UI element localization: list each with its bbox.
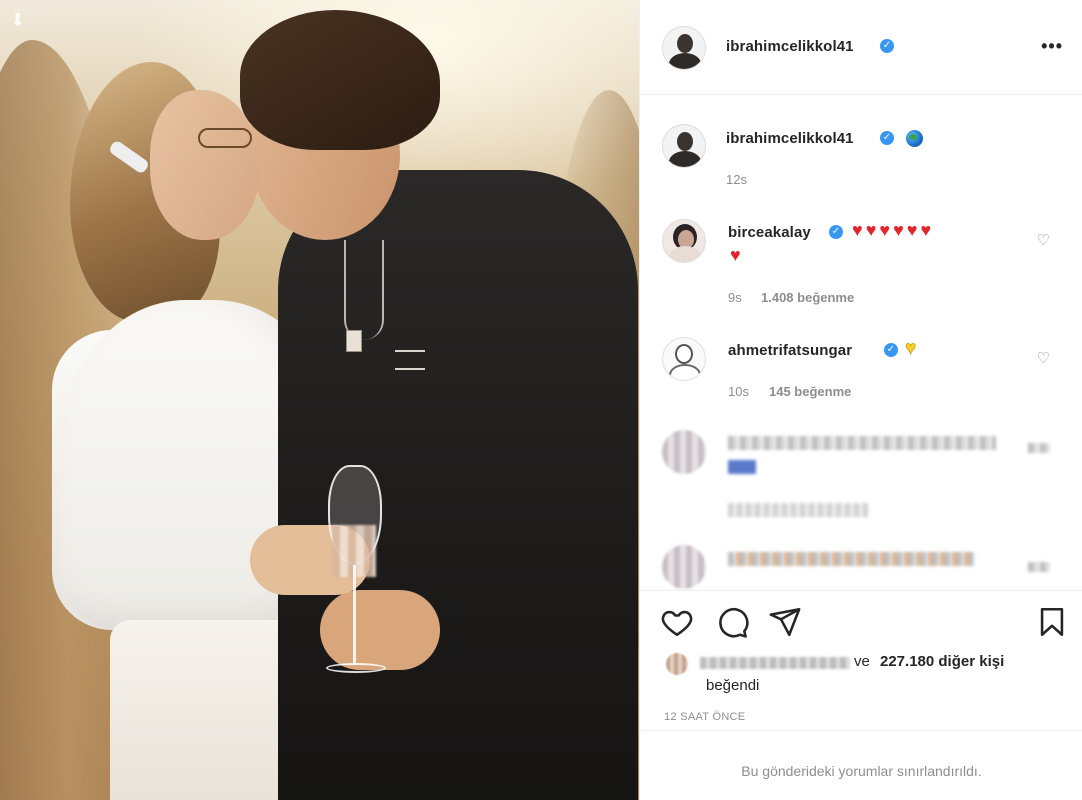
post-sidebar: ibrahimcelikkol41 ✓ ••• ibrahimcelikkol4…	[639, 0, 1082, 800]
caption-avatar[interactable]	[662, 124, 706, 168]
verified-icon: ✓	[884, 343, 898, 357]
liker-name-blurred	[700, 657, 850, 669]
comment-likes[interactable]: 145 beğenme	[769, 384, 851, 399]
man-necklace	[344, 240, 384, 340]
blurred-comment	[728, 436, 996, 450]
post-actions: ve 227.180 diğer kişi beğendi 12 SAAT ÖN…	[640, 590, 1082, 730]
caption-username[interactable]: ibrahimcelikkol41	[726, 130, 854, 147]
post-timestamp[interactable]: 12 SAAT ÖNCE	[664, 711, 745, 723]
blurred-meta	[728, 503, 868, 517]
comment-like-icon[interactable]: ♡	[1037, 349, 1050, 367]
blurred-like-icon	[1028, 562, 1050, 572]
commenter-avatar[interactable]	[662, 337, 706, 381]
wine-glass	[322, 465, 386, 685]
verified-icon: ✓	[880, 131, 894, 145]
comment-icon[interactable]	[715, 605, 749, 639]
blurred-emoji	[728, 460, 756, 474]
share-icon[interactable]	[768, 605, 802, 639]
blurred-avatar	[662, 430, 706, 474]
author-avatar[interactable]	[662, 26, 706, 70]
hoodie-logo	[395, 350, 425, 370]
likes-prefix: ve	[854, 653, 870, 670]
download-icon: ⬇	[10, 10, 26, 30]
comment-username[interactable]: birceakalay	[728, 224, 811, 241]
comment-likes[interactable]: 1.408 beğenme	[761, 290, 854, 305]
save-icon[interactable]	[1035, 605, 1069, 639]
comment-time[interactable]: 9s	[728, 290, 742, 305]
blurred-avatar	[662, 545, 706, 589]
comment-text: ♥	[905, 338, 917, 360]
man-pendant	[346, 330, 362, 352]
liker-avatar	[666, 653, 688, 675]
comment-username[interactable]: ahmetrifatsungar	[728, 342, 852, 359]
woman-glasses	[198, 128, 252, 148]
blurred-like-icon	[1028, 443, 1050, 453]
post-header: ibrahimcelikkol41 ✓ •••	[640, 0, 1082, 95]
like-icon[interactable]	[660, 605, 694, 639]
man-hair	[240, 10, 440, 150]
caption-time[interactable]: 12s	[726, 172, 747, 187]
liked-by[interactable]: ve 227.180 diğer kişi beğendi	[666, 651, 1066, 694]
verified-icon: ✓	[829, 225, 843, 239]
author-username[interactable]: ibrahimcelikkol41	[726, 38, 854, 55]
more-icon[interactable]: •••	[1041, 36, 1063, 57]
comment-text: ♥♥♥♥♥♥	[852, 220, 935, 240]
verified-icon: ✓	[880, 39, 894, 53]
comment-time[interactable]: 10s	[728, 384, 749, 399]
comment-text-line2: ♥	[730, 245, 744, 265]
commenter-avatar[interactable]	[662, 219, 706, 263]
likes-suffix: beğendi	[706, 677, 760, 694]
blurred-comment	[728, 552, 974, 566]
comments-limited-notice: Bu gönderideki yorumlar sınırlandırıldı.	[741, 763, 982, 779]
likes-count[interactable]: 227.180 diğer kişi	[880, 653, 1004, 670]
comment-like-icon[interactable]: ♡	[1037, 231, 1050, 249]
comments-footer: Bu gönderideki yorumlar sınırlandırıldı.	[640, 730, 1082, 800]
globe-icon	[906, 130, 923, 147]
post-photo[interactable]: ⬇	[0, 0, 639, 800]
